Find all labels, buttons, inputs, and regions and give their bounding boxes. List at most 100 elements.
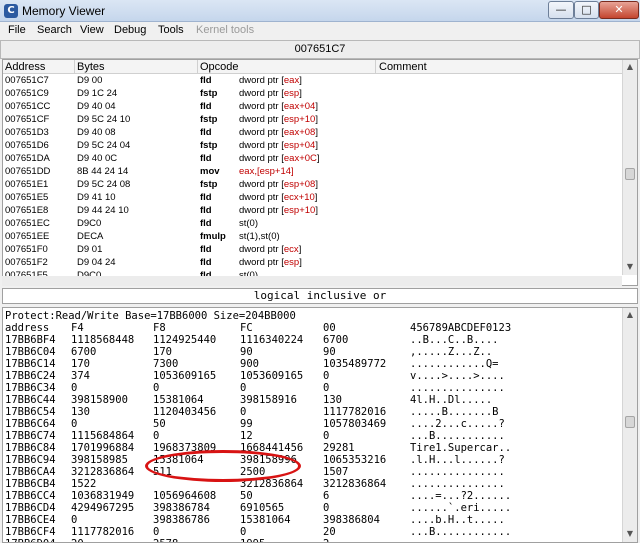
hex-value[interactable]: 6700 bbox=[71, 346, 96, 358]
hex-value[interactable]: 50 bbox=[153, 418, 166, 430]
disassembler-pane[interactable]: Address Bytes Opcode Comment 007651C7 D9 … bbox=[2, 59, 638, 286]
hex-value[interactable]: 398158985 bbox=[71, 454, 128, 466]
disasm-row[interactable]: 007651F2 D9 04 24 fld dword ptr [esp] bbox=[3, 257, 623, 269]
menu-view[interactable]: View bbox=[80, 24, 104, 36]
disasm-row[interactable]: 007651DD 8B 44 24 14 mov eax,[esp+14] bbox=[3, 166, 623, 178]
hex-value[interactable]: 1117782016 bbox=[71, 526, 134, 538]
menu-file[interactable]: File bbox=[8, 24, 26, 36]
hex-row[interactable]: 17BB6C54 130 1120403456 0 1117782016 .....B..… bbox=[5, 406, 623, 418]
hex-value[interactable]: 1117782016 bbox=[323, 406, 386, 418]
minimize-button[interactable]: — bbox=[548, 1, 574, 19]
scroll-down-icon[interactable]: ▼ bbox=[623, 260, 637, 274]
hex-value[interactable]: 398158900 bbox=[71, 394, 128, 406]
hex-value[interactable]: 1115684864 bbox=[71, 430, 134, 442]
hex-value[interactable]: 15381064 bbox=[153, 394, 204, 406]
disasm-row[interactable]: 007651C7 D9 00 fld dword ptr [eax] bbox=[3, 75, 623, 87]
hex-value[interactable]: 374 bbox=[71, 370, 90, 382]
disassembler-scrollbar[interactable]: ▲ ▼ bbox=[622, 60, 637, 275]
disasm-row[interactable]: 007651CC D9 40 04 fld dword ptr [eax+04] bbox=[3, 101, 623, 113]
hex-value[interactable]: 6910565 bbox=[240, 502, 284, 514]
hex-value[interactable]: 7300 bbox=[153, 358, 178, 370]
header-address[interactable]: Address bbox=[5, 61, 45, 73]
hex-value[interactable]: 0 bbox=[240, 406, 246, 418]
current-address-bar[interactable]: 007651C7 bbox=[0, 40, 640, 59]
disasm-row[interactable]: 007651F0 D9 01 fld dword ptr [ecx] bbox=[3, 244, 623, 256]
disasm-row[interactable]: 007651EC D9C0 fld st(0) bbox=[3, 218, 623, 230]
hex-row[interactable]: 17BB6CA4 3212836864 511 2500 1507...........… bbox=[5, 466, 623, 478]
hex-value[interactable]: 0 bbox=[240, 382, 246, 394]
hex-value[interactable]: 398386784 bbox=[153, 502, 210, 514]
hex-value[interactable]: 900 bbox=[240, 358, 259, 370]
hex-value[interactable]: 1056964608 bbox=[153, 490, 216, 502]
hex-value[interactable]: 0 bbox=[323, 430, 329, 442]
hex-value[interactable]: 6700 bbox=[323, 334, 348, 346]
menu-tools[interactable]: Tools bbox=[158, 24, 184, 36]
hex-value[interactable]: 12 bbox=[240, 430, 253, 442]
hex-row[interactable]: 17BB6CE4 0 398386786 15381064 398386804 ....b… bbox=[5, 514, 623, 526]
hex-value[interactable]: 1701996884 bbox=[71, 442, 134, 454]
header-comment[interactable]: Comment bbox=[379, 61, 427, 73]
hex-value[interactable]: 1035489772 bbox=[323, 358, 386, 370]
hex-row[interactable]: 17BB6C04 6700 170 90 90 ,.....Z...Z.. bbox=[5, 346, 623, 358]
hex-value[interactable]: 1053609165 bbox=[240, 370, 303, 382]
hex-value[interactable]: 29281 bbox=[323, 442, 355, 454]
hex-row[interactable]: 17BB6CD4 4294967295 398386784 6910565 0.....… bbox=[5, 502, 623, 514]
hex-row[interactable]: 17BB6C34 0 0 0 0............... bbox=[5, 382, 623, 394]
hex-value[interactable]: 1120403456 bbox=[153, 406, 216, 418]
hex-row[interactable]: 17BB6CC4 1036831949 1056964608 50 6 ....=...?… bbox=[5, 490, 623, 502]
disasm-row[interactable]: 007651C9 D9 1C 24 fstp dword ptr [esp] bbox=[3, 88, 623, 100]
scroll-up-icon[interactable]: ▲ bbox=[623, 308, 637, 322]
hex-value[interactable]: 0 bbox=[323, 370, 329, 382]
hex-value[interactable]: 3212836864 bbox=[71, 466, 134, 478]
hex-value[interactable]: 0 bbox=[153, 430, 159, 442]
disasm-row[interactable]: 007651D3 D9 40 08 fld dword ptr [eax+08] bbox=[3, 127, 623, 139]
hex-value[interactable]: 20 bbox=[323, 526, 336, 538]
hex-value[interactable]: 170 bbox=[71, 358, 90, 370]
hex-row[interactable]: 17BB6C14 170 7300 900 1035489772............… bbox=[5, 358, 623, 370]
disasm-row[interactable]: 007651DA D9 40 0C fld dword ptr [eax+0C] bbox=[3, 153, 623, 165]
disasm-row[interactable]: 007651E8 D9 44 24 10 fld dword ptr [esp+10] bbox=[3, 205, 623, 217]
hex-value[interactable]: 1522 bbox=[71, 478, 96, 490]
disasm-row[interactable]: 007651CF D9 5C 24 10 fstp dword ptr [esp+10… bbox=[3, 114, 623, 126]
hex-value[interactable]: 1124925440 bbox=[153, 334, 216, 346]
hex-value[interactable]: 1065353216 bbox=[323, 454, 386, 466]
header-opcode[interactable]: Opcode bbox=[200, 61, 239, 73]
hex-value[interactable]: 1116340224 bbox=[240, 334, 303, 346]
hex-row[interactable]: 17BB6C74 1115684864 0 12 0 ...B........... bbox=[5, 430, 623, 442]
hex-value[interactable]: 2 bbox=[323, 538, 329, 542]
hex-value[interactable]: 0 bbox=[71, 514, 77, 526]
menu-debug[interactable]: Debug bbox=[114, 24, 146, 36]
hex-row[interactable]: 17BB6C94 398158985 15381064 398158996 106535… bbox=[5, 454, 623, 466]
hex-value[interactable]: 4294967295 bbox=[71, 502, 134, 514]
scroll-thumb[interactable] bbox=[625, 416, 635, 428]
disasm-row[interactable]: 007651EE DECA fmulp st(1),st(0) bbox=[3, 231, 623, 243]
disassembler-hscroll[interactable] bbox=[2, 276, 622, 286]
hex-value[interactable]: 398386786 bbox=[153, 514, 210, 526]
hex-value[interactable]: 1118568448 bbox=[71, 334, 134, 346]
hex-row[interactable]: 17BB6D04 20 2578 1995 2................ bbox=[5, 538, 623, 542]
hex-value[interactable]: 15381064 bbox=[240, 514, 291, 526]
hex-value[interactable]: 0 bbox=[71, 382, 77, 394]
hex-row[interactable]: 17BB6CF4 1117782016 0 0 20 ...B............ bbox=[5, 526, 623, 538]
header-bytes[interactable]: Bytes bbox=[77, 61, 105, 73]
scroll-thumb[interactable] bbox=[625, 168, 635, 180]
hex-value[interactable]: 0 bbox=[153, 526, 159, 538]
hex-value[interactable]: 50 bbox=[240, 490, 253, 502]
hex-value[interactable]: 398158916 bbox=[240, 394, 297, 406]
disasm-row[interactable]: 007651E1 D9 5C 24 08 fstp dword ptr [esp+08… bbox=[3, 179, 623, 191]
hex-value[interactable]: 1057803469 bbox=[323, 418, 386, 430]
menu-search[interactable]: Search bbox=[37, 24, 72, 36]
hex-value[interactable]: 6 bbox=[323, 490, 329, 502]
hex-row[interactable]: 17BB6C84 1701996884 1968373809 1668441456 29… bbox=[5, 442, 623, 454]
maximize-button[interactable]: □ bbox=[574, 1, 599, 19]
disasm-row[interactable]: 007651D6 D9 5C 24 04 fstp dword ptr [esp+04… bbox=[3, 140, 623, 152]
hex-row[interactable]: 17BB6C44 398158900 15381064 398158916 130 4l.… bbox=[5, 394, 623, 406]
hex-view-pane[interactable]: Protect:Read/Write Base=17BB6000 Size=20… bbox=[2, 307, 638, 543]
hex-value[interactable]: 0 bbox=[71, 418, 77, 430]
hex-value[interactable]: 20 bbox=[71, 538, 84, 542]
hex-value[interactable]: 0 bbox=[153, 382, 159, 394]
hex-value[interactable]: 130 bbox=[323, 394, 342, 406]
disasm-row[interactable]: 007651E5 D9 41 10 fld dword ptr [ecx+10] bbox=[3, 192, 623, 204]
hex-value[interactable]: 90 bbox=[240, 346, 253, 358]
hex-value[interactable]: 130 bbox=[71, 406, 90, 418]
